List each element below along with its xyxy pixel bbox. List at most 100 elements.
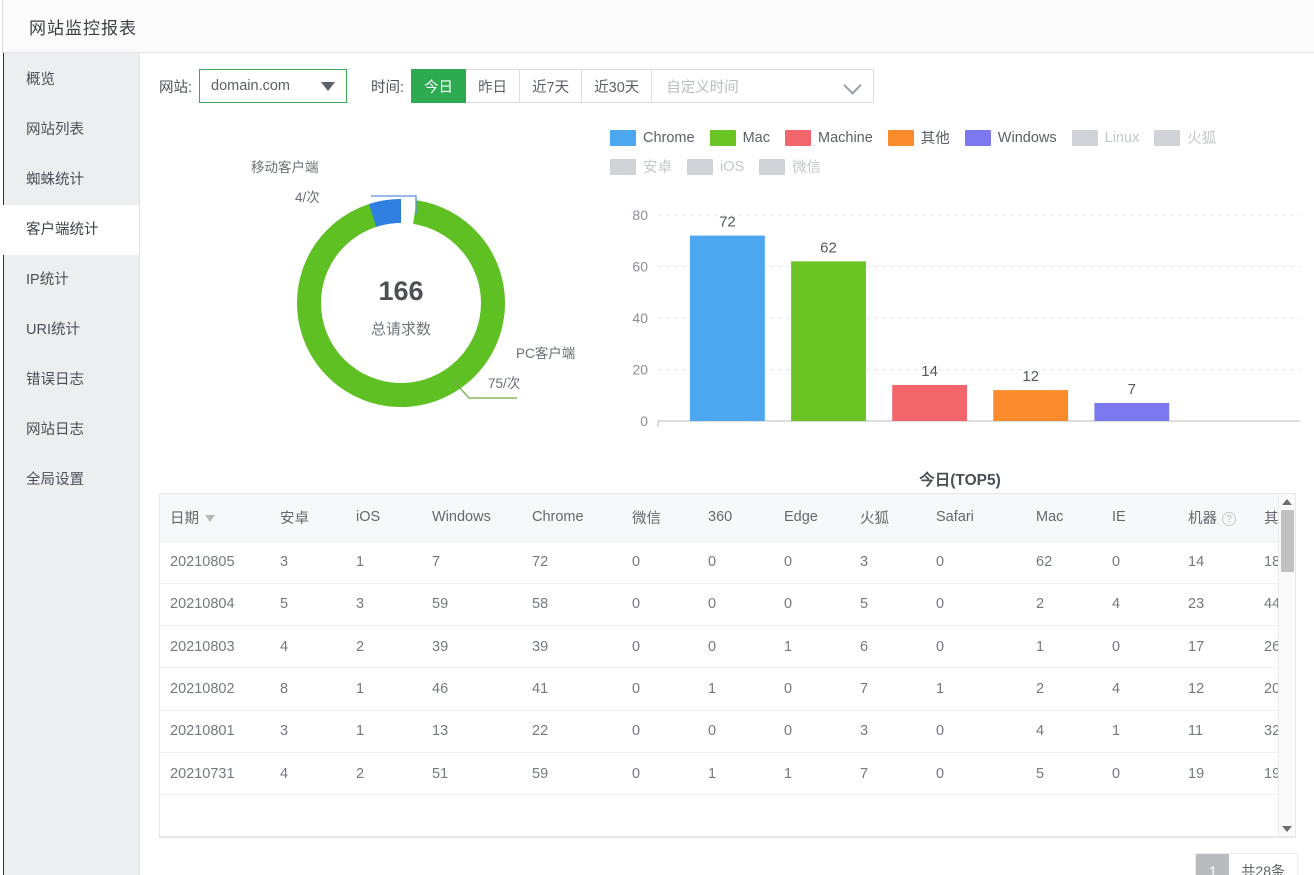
table-col-Windows: Windows [422,494,522,542]
table-cell: 0 [622,541,698,584]
sidebar-item-5[interactable]: URI统计 [0,305,139,355]
sort-descending-icon[interactable] [205,515,215,523]
table-cell: 0 [1102,541,1178,584]
legend-item-4[interactable]: Windows [964,129,1057,146]
table-cell: 4 [270,625,346,669]
legend-item-0[interactable]: Chrome [610,129,695,146]
table-cell: 3 [270,710,346,753]
sidebar-item-3[interactable]: 客户端统计 [0,205,139,255]
table-cell: 1 [698,667,774,711]
legend-item-1[interactable]: Mac [709,129,770,146]
legend-label: iOS [720,158,745,175]
table-cell: 1 [926,667,1026,711]
table-vertical-scrollbar[interactable] [1278,494,1295,836]
donut-label-mobile-value: 4/次 [295,190,320,205]
site-filter-label: 网站: [159,79,193,96]
table-cell: 0 [698,625,774,669]
time-range-group: 今日 昨日 近7天 近30天 [411,69,653,103]
table-cell: 3 [346,583,422,627]
table-col-Mac: Mac [1026,494,1102,542]
help-icon[interactable]: ? [1222,511,1236,526]
table-cell: 11 [1178,710,1254,753]
donut-label-pc-name: PC客户端 [516,346,576,361]
bar-Windows [1094,402,1170,421]
sidebar-item-2[interactable]: 蜘蛛统计 [0,155,139,205]
legend-row-primary: Chrome Mac Machine 其他 Windows Linux 火狐 [610,127,1310,148]
table-col-label: Windows [432,509,491,526]
table-cell: 2 [1026,583,1102,627]
legend-item-2[interactable]: Machine [784,129,873,146]
pagination: 1 共28条 [1195,853,1298,875]
sidebar-item-0[interactable]: 概览 [0,55,139,105]
table-cell: 0 [622,710,698,753]
table-row[interactable]: 20210731 4 2 51 59 0 1 1 7 0 5 0 19 19 [160,752,1295,796]
table-cell: 0 [1102,625,1178,669]
legend-item-3[interactable]: 其他 [887,127,950,148]
legend-label: 火狐 [1187,131,1217,147]
y-axis-tick: 80 [632,207,648,223]
table-cell: 1 [346,710,422,753]
legend-swatch-icon [687,158,713,175]
table-cell-date: 20210804 [160,583,270,627]
table-cell: 39 [522,625,622,669]
sidebar-item-label: IP统计 [26,272,69,288]
table-col-label: iOS [356,509,381,526]
table-cell-date: 20210731 [160,752,270,796]
table-row[interactable]: 20210804 5 3 59 58 0 0 0 5 0 2 4 23 44 [160,583,1295,627]
legend-swatch-icon [610,129,636,146]
table-cell: 0 [774,710,850,753]
table-cell: 3 [850,541,926,584]
table-row[interactable]: 20210805 3 1 7 72 0 0 0 3 0 62 0 14 18 [160,541,1295,584]
page-number-1[interactable]: 1 [1196,854,1230,875]
legend-item-off-2[interactable]: 微信 [759,156,821,177]
legend-item-off-1[interactable]: iOS [687,158,745,175]
table-cell: 41 [522,667,622,711]
sidebar-item-1[interactable]: 网站列表 [0,105,139,155]
table-cell: 12 [1178,667,1254,711]
legend-label: Mac [742,129,770,146]
legend-label: 安卓 [643,160,672,176]
time-range-1[interactable]: 昨日 [466,69,521,103]
sidebar-item-label: URI统计 [26,322,80,338]
sidebar-item-4[interactable]: IP统计 [0,255,139,305]
table-row[interactable]: 20210802 8 1 46 41 0 1 0 7 1 2 4 12 20 [160,667,1295,711]
legend-item-off-0[interactable]: 安卓 [610,156,672,177]
table-col-Chrome: Chrome [522,494,622,542]
time-range-2[interactable]: 近7天 [520,69,583,103]
sidebar-item-7[interactable]: 网站日志 [0,405,139,455]
scroll-up-arrow-icon[interactable] [1282,499,1292,505]
table-cell: 59 [422,583,522,627]
table-row[interactable]: 20210803 4 2 39 39 0 0 1 6 0 1 0 17 26 [160,625,1295,669]
custom-time-input[interactable]: 自定义时间 [652,69,875,103]
table-cell: 0 [698,710,774,753]
table-cell: 13 [422,710,522,753]
table-col-Safari: Safari [926,494,1026,542]
table-cell: 2 [346,752,422,796]
table-cell: 23 [1178,583,1254,627]
legend-item-5[interactable]: Linux [1071,129,1140,146]
scrollbar-thumb[interactable] [1281,510,1294,572]
legend-label: Linux [1104,129,1140,146]
time-range-0[interactable]: 今日 [411,69,467,103]
site-select-value: domain.com [211,78,291,94]
table-cell: 4 [1102,667,1178,711]
table-row[interactable]: 20210801 3 1 13 22 0 0 0 3 0 4 1 11 32 [160,710,1295,753]
table-cell: 4 [1102,583,1178,627]
table-cell: 0 [774,667,850,711]
table-cell: 1 [698,752,774,796]
sidebar-item-8[interactable]: 全局设置 [0,455,139,505]
bar-Mac [791,261,866,421]
table-col-日期[interactable]: 日期 [160,494,270,542]
time-range-3[interactable]: 近30天 [582,69,653,103]
table-col-360: 360 [698,494,774,542]
table-col-label: 机器 [1188,510,1217,527]
bar-chart-title: 今日(TOP5) [919,472,1001,489]
table-cell: 1 [1102,710,1178,753]
bar-value-label: 62 [820,239,837,256]
site-select[interactable]: domain.com [199,69,348,103]
sidebar-item-6[interactable]: 错误日志 [0,355,139,405]
table-cell: 2 [346,625,422,669]
scroll-down-arrow-icon[interactable] [1282,826,1292,832]
legend-item-6[interactable]: 火狐 [1154,127,1216,148]
table-cell: 0 [622,752,698,796]
